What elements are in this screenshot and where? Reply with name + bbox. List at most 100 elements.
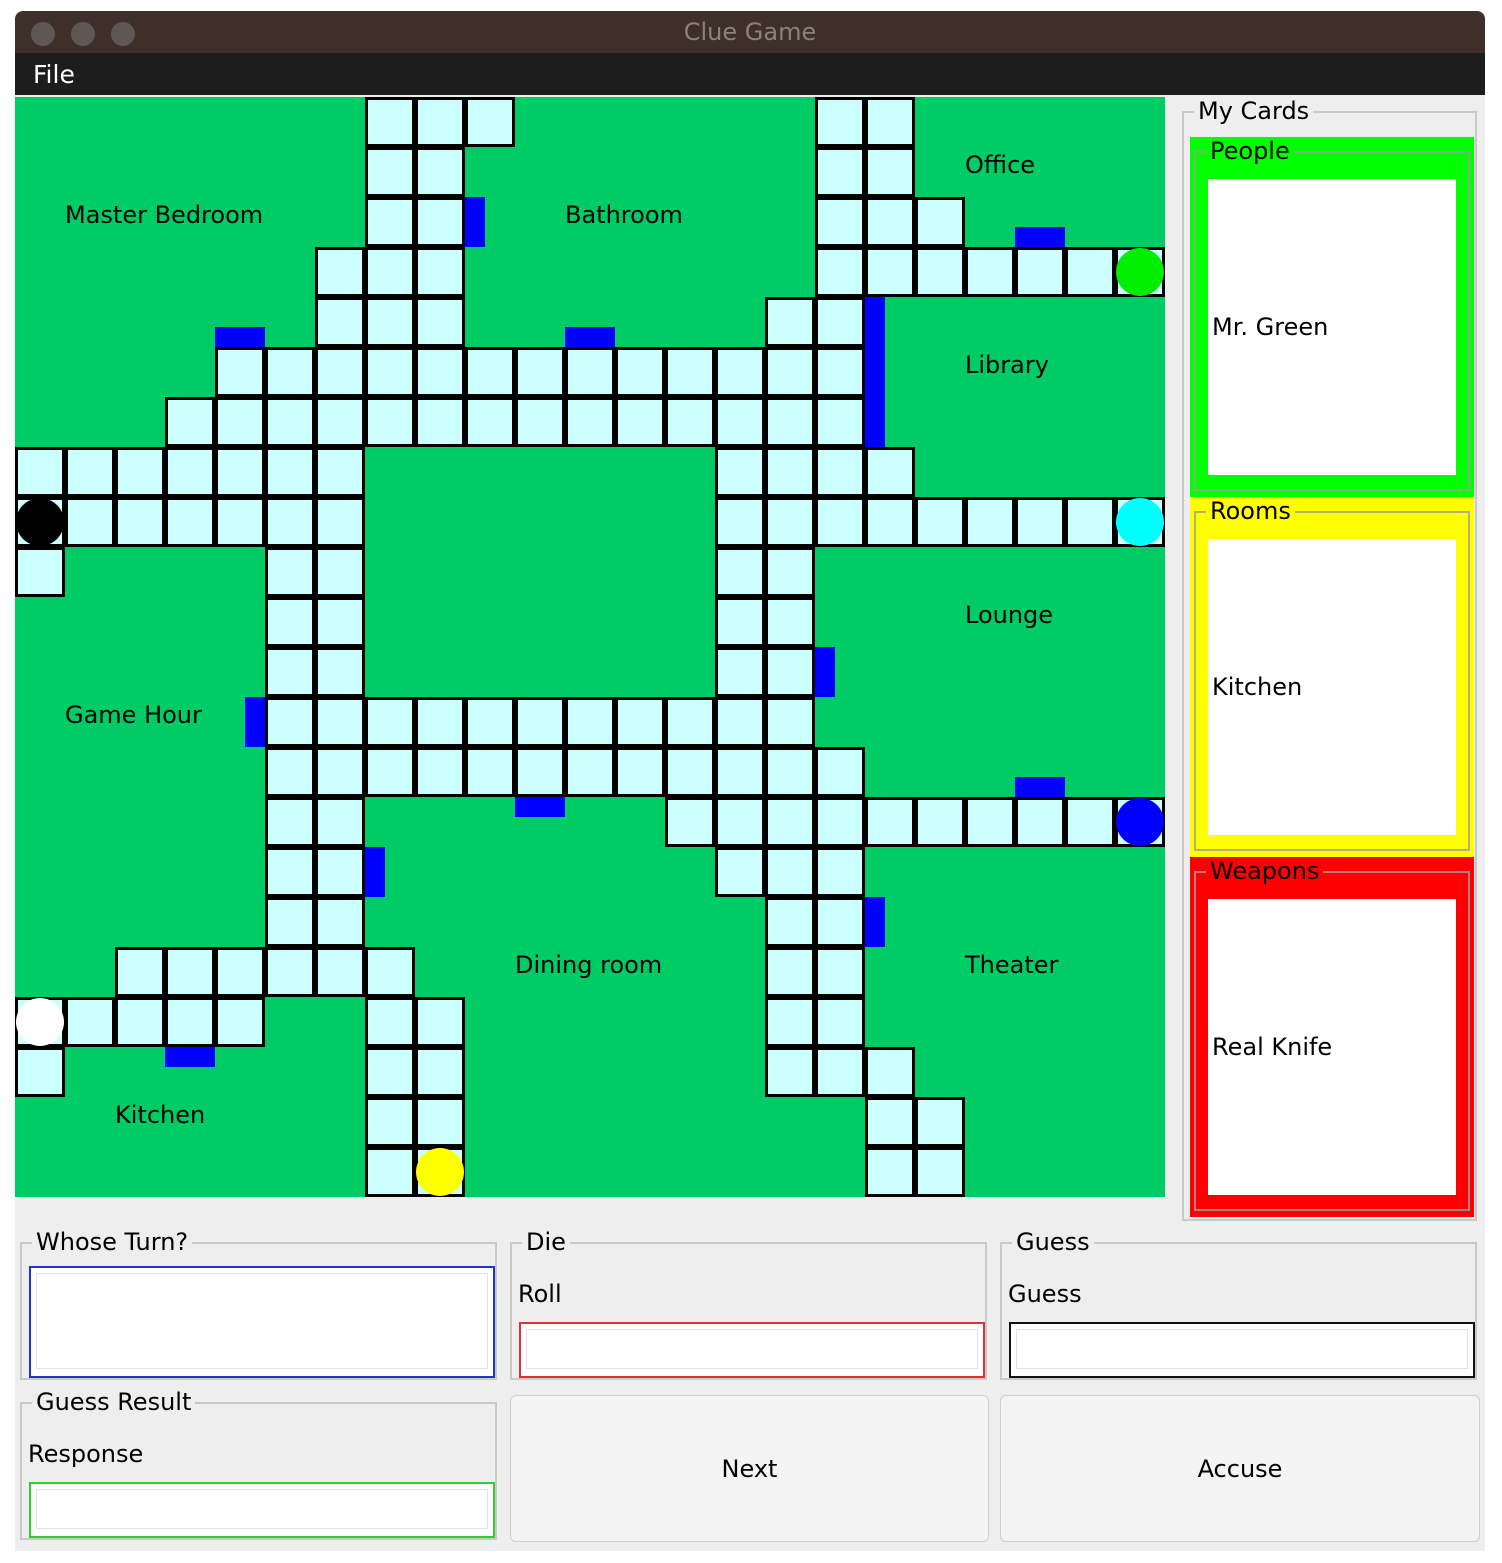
walkway-cell[interactable] bbox=[365, 147, 415, 197]
walkway-cell[interactable] bbox=[765, 747, 815, 797]
walkway-cell[interactable] bbox=[765, 947, 815, 997]
walkway-cell[interactable] bbox=[715, 847, 765, 897]
walkway-cell[interactable] bbox=[415, 1097, 465, 1147]
walkway-cell[interactable] bbox=[15, 547, 65, 597]
walkway-cell[interactable] bbox=[915, 497, 965, 547]
walkway-cell[interactable] bbox=[365, 747, 415, 797]
walkway-cell[interactable] bbox=[365, 997, 415, 1047]
walkway-cell[interactable] bbox=[315, 647, 365, 697]
walkway-cell[interactable] bbox=[715, 397, 765, 447]
walkway-cell[interactable] bbox=[565, 697, 615, 747]
walkway-cell[interactable] bbox=[165, 397, 215, 447]
walkway-cell[interactable] bbox=[415, 197, 465, 247]
walkway-cell[interactable] bbox=[315, 547, 365, 597]
guess-field[interactable] bbox=[1009, 1322, 1475, 1378]
walkway-cell[interactable] bbox=[715, 347, 765, 397]
walkway-cell[interactable] bbox=[315, 597, 365, 647]
walkway-cell[interactable] bbox=[65, 997, 115, 1047]
walkway-cell[interactable] bbox=[665, 797, 715, 847]
walkway-cell[interactable] bbox=[865, 97, 915, 147]
walkway-cell[interactable] bbox=[265, 347, 315, 397]
walkway-cell[interactable] bbox=[915, 197, 965, 247]
walkway-cell[interactable] bbox=[715, 497, 765, 547]
walkway-cell[interactable] bbox=[865, 1047, 915, 1097]
walkway-cell[interactable] bbox=[765, 447, 815, 497]
walkway-cell[interactable] bbox=[865, 247, 915, 297]
roll-field[interactable] bbox=[519, 1322, 985, 1378]
walkway-cell[interactable] bbox=[415, 997, 465, 1047]
walkway-cell[interactable] bbox=[265, 797, 315, 847]
walkway-cell[interactable] bbox=[115, 447, 165, 497]
walkway-cell[interactable] bbox=[265, 597, 315, 647]
walkway-cell[interactable] bbox=[265, 947, 315, 997]
walkway-cell[interactable] bbox=[465, 747, 515, 797]
walkway-cell[interactable] bbox=[815, 497, 865, 547]
walkway-cell[interactable] bbox=[165, 497, 215, 547]
walkway-cell[interactable] bbox=[315, 747, 365, 797]
walkway-cell[interactable] bbox=[1065, 247, 1115, 297]
walkway-cell[interactable] bbox=[415, 297, 465, 347]
walkway-cell[interactable] bbox=[865, 447, 915, 497]
walkway-cell[interactable] bbox=[415, 247, 465, 297]
walkway-cell[interactable] bbox=[315, 247, 365, 297]
walkway-cell[interactable] bbox=[515, 747, 565, 797]
walkway-cell[interactable] bbox=[565, 747, 615, 797]
walkway-cell[interactable] bbox=[615, 697, 665, 747]
walkway-cell[interactable] bbox=[965, 497, 1015, 547]
walkway-cell[interactable] bbox=[665, 697, 715, 747]
walkway-cell[interactable] bbox=[565, 347, 615, 397]
walkway-cell[interactable] bbox=[315, 347, 365, 397]
walkway-cell[interactable] bbox=[365, 297, 415, 347]
walkway-cell[interactable] bbox=[215, 347, 265, 397]
walkway-cell[interactable] bbox=[1015, 797, 1065, 847]
walkway-cell[interactable] bbox=[265, 497, 315, 547]
walkway-cell[interactable] bbox=[815, 197, 865, 247]
walkway-cell[interactable] bbox=[765, 697, 815, 747]
walkway-cell[interactable] bbox=[265, 397, 315, 447]
walkway-cell[interactable] bbox=[765, 347, 815, 397]
walkway-cell[interactable] bbox=[815, 847, 865, 897]
walkway-cell[interactable] bbox=[265, 847, 315, 897]
walkway-cell[interactable] bbox=[815, 747, 865, 797]
walkway-cell[interactable] bbox=[265, 897, 315, 947]
walkway-cell[interactable] bbox=[865, 147, 915, 197]
walkway-cell[interactable] bbox=[415, 697, 465, 747]
walkway-cell[interactable] bbox=[865, 497, 915, 547]
walkway-cell[interactable] bbox=[815, 147, 865, 197]
walkway-cell[interactable] bbox=[365, 1047, 415, 1097]
walkway-cell[interactable] bbox=[915, 1097, 965, 1147]
walkway-cell[interactable] bbox=[865, 1147, 915, 1197]
walkway-cell[interactable] bbox=[315, 697, 365, 747]
walkway-cell[interactable] bbox=[315, 897, 365, 947]
walkway-cell[interactable] bbox=[565, 397, 615, 447]
walkway-cell[interactable] bbox=[615, 397, 665, 447]
walkway-cell[interactable] bbox=[315, 447, 365, 497]
menu-file[interactable]: File bbox=[33, 53, 75, 95]
walkway-cell[interactable] bbox=[715, 547, 765, 597]
walkway-cell[interactable] bbox=[765, 847, 815, 897]
walkway-cell[interactable] bbox=[815, 1047, 865, 1097]
walkway-cell[interactable] bbox=[315, 397, 365, 447]
walkway-cell[interactable] bbox=[265, 547, 315, 597]
walkway-cell[interactable] bbox=[215, 497, 265, 547]
walkway-cell[interactable] bbox=[815, 247, 865, 297]
walkway-cell[interactable] bbox=[715, 697, 765, 747]
walkway-cell[interactable] bbox=[715, 647, 765, 697]
walkway-cell[interactable] bbox=[365, 197, 415, 247]
walkway-cell[interactable] bbox=[415, 347, 465, 397]
walkway-cell[interactable] bbox=[315, 847, 365, 897]
walkway-cell[interactable] bbox=[965, 797, 1015, 847]
walkway-cell[interactable] bbox=[215, 447, 265, 497]
walkway-cell[interactable] bbox=[365, 697, 415, 747]
walkway-cell[interactable] bbox=[465, 97, 515, 147]
walkway-cell[interactable] bbox=[515, 347, 565, 397]
walkway-cell[interactable] bbox=[615, 347, 665, 397]
next-button[interactable]: Next bbox=[510, 1395, 989, 1542]
walkway-cell[interactable] bbox=[265, 697, 315, 747]
walkway-cell[interactable] bbox=[165, 447, 215, 497]
walkway-cell[interactable] bbox=[365, 1147, 415, 1197]
walkway-cell[interactable] bbox=[315, 497, 365, 547]
walkway-cell[interactable] bbox=[315, 947, 365, 997]
walkway-cell[interactable] bbox=[815, 897, 865, 947]
walkway-cell[interactable] bbox=[965, 247, 1015, 297]
